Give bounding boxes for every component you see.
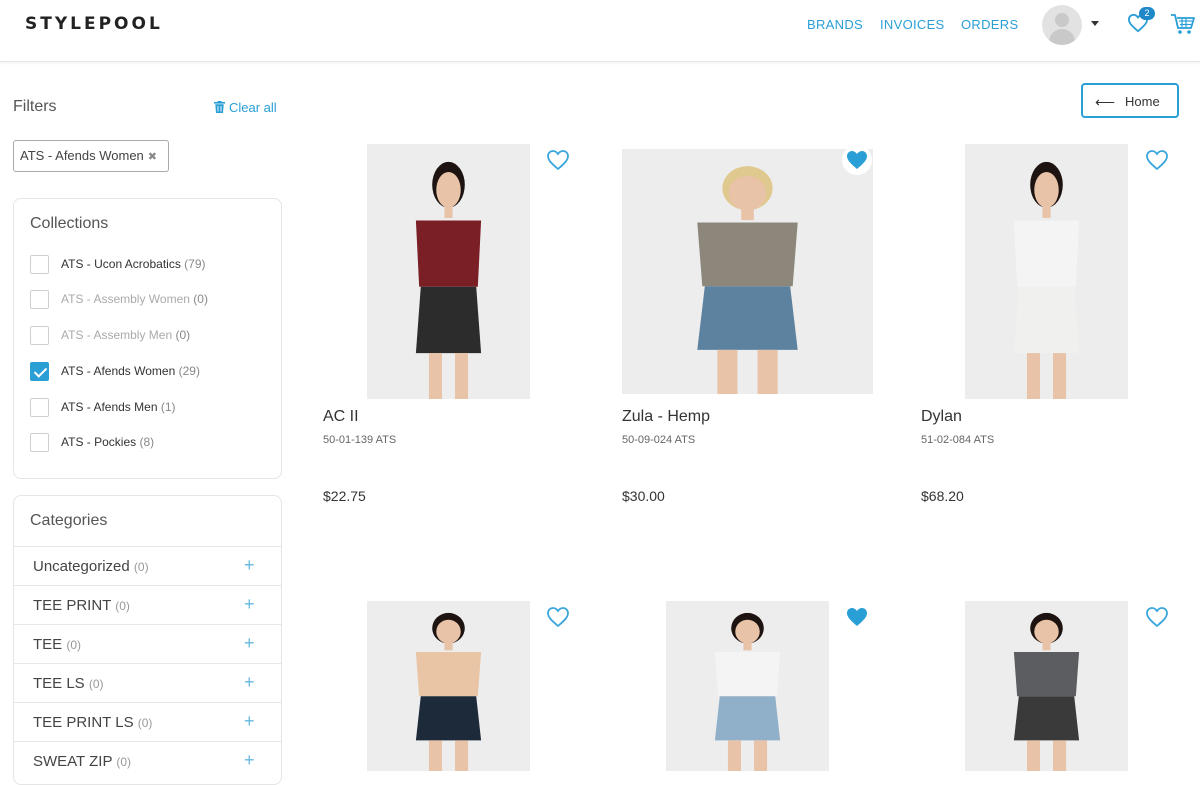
collection-label: ATS - Assembly Women (0)	[61, 292, 208, 306]
category-label: TEE PRINT (0)	[33, 597, 130, 614]
checkbox[interactable]	[30, 398, 49, 417]
collection-count: (0)	[175, 328, 191, 342]
category-label: TEE LS (0)	[33, 675, 104, 692]
logo[interactable]: STYLEPOOL	[25, 14, 163, 34]
expand-plus-icon[interactable]: +	[244, 672, 255, 693]
expand-plus-icon[interactable]: +	[244, 594, 255, 615]
category-item[interactable]: SWEAT ZIP (0) +	[14, 741, 281, 780]
category-count: (0)	[88, 677, 104, 691]
wishlist-count-badge: 2	[1139, 7, 1155, 20]
collection-count: (29)	[178, 364, 200, 378]
close-icon[interactable]: ✖	[148, 151, 157, 163]
arrow-left-icon: ⟵	[1095, 94, 1116, 110]
product-image[interactable]	[965, 601, 1128, 771]
category-label: TEE (0)	[33, 636, 82, 653]
active-filter-chip: ATS - Afends Women ✖	[13, 140, 169, 172]
product-sku: 50-01-139 ATS	[323, 434, 397, 446]
product-name[interactable]: Dylan	[921, 408, 962, 426]
heart-outline-icon[interactable]	[1142, 602, 1172, 632]
active-filter-label: ATS - Afends Women	[20, 148, 144, 163]
category-item[interactable]: TEE PRINT LS (0) +	[14, 702, 281, 741]
product-name[interactable]: AC II	[323, 408, 359, 426]
product-image[interactable]	[965, 144, 1128, 399]
category-count: (0)	[115, 599, 130, 613]
expand-plus-icon[interactable]: +	[244, 750, 255, 771]
avatar[interactable]	[1042, 5, 1082, 45]
collection-label: ATS - Assembly Men (0)	[61, 328, 191, 342]
checkbox[interactable]	[30, 362, 49, 381]
nav-brands[interactable]: BRANDS	[807, 17, 863, 32]
product-price: $22.75	[323, 488, 366, 504]
collection-count: (79)	[184, 257, 206, 271]
heart-outline-icon[interactable]	[543, 602, 573, 632]
collection-count: (0)	[193, 292, 208, 306]
expand-plus-icon[interactable]: +	[244, 555, 255, 576]
product-sku: 51-02-084 ATS	[921, 434, 995, 446]
collection-label: ATS - Pockies (8)	[61, 435, 155, 449]
product-price: $30.00	[622, 488, 665, 504]
product-image[interactable]	[367, 144, 530, 399]
product-name[interactable]: Zula - Hemp	[622, 408, 710, 426]
heart-filled-icon[interactable]	[842, 145, 872, 175]
top-header: STYLEPOOL BRANDS INVOICES ORDERS 2	[0, 0, 1200, 62]
categories-panel: Categories Uncategorized (0) + TEE PRINT (…	[13, 495, 282, 785]
clear-all-button[interactable]: Clear all	[214, 100, 277, 115]
home-button-label: Home	[1125, 94, 1160, 109]
category-count: (0)	[116, 755, 132, 769]
category-count: (0)	[133, 560, 149, 574]
clear-all-label: Clear all	[229, 100, 277, 115]
category-count: (0)	[66, 638, 82, 652]
trash-icon	[214, 101, 225, 113]
checkbox[interactable]	[30, 290, 49, 309]
nav-invoices[interactable]: INVOICES	[880, 17, 945, 32]
checkbox[interactable]	[30, 326, 49, 345]
heart-outline-icon[interactable]	[543, 145, 573, 175]
product-image[interactable]	[622, 149, 873, 394]
checkbox[interactable]	[30, 255, 49, 274]
category-item[interactable]: TEE LS (0) +	[14, 663, 281, 702]
collection-label: ATS - Afends Men (1)	[61, 400, 176, 414]
product-sku: 50-09-024 ATS	[622, 434, 696, 446]
product-image[interactable]	[367, 601, 530, 771]
home-button[interactable]: ⟵ Home	[1081, 83, 1179, 118]
category-item[interactable]: TEE (0) +	[14, 624, 281, 663]
expand-plus-icon[interactable]: +	[244, 633, 255, 654]
category-item[interactable]: TEE PRINT (0) +	[14, 585, 281, 624]
heart-outline-icon[interactable]	[1142, 145, 1172, 175]
filters-title: Filters	[13, 98, 57, 115]
collection-count: (1)	[160, 400, 176, 414]
product-image[interactable]	[666, 601, 829, 771]
collection-label: ATS - Ucon Acrobatics (79)	[61, 257, 206, 271]
chevron-down-icon[interactable]	[1091, 21, 1099, 26]
collection-count: (8)	[139, 435, 155, 449]
collections-panel: Collections ATS - Ucon Acrobatics (79) AT…	[13, 198, 282, 479]
cart-icon[interactable]	[1170, 12, 1196, 36]
category-label: TEE PRINT LS (0)	[33, 714, 153, 731]
categories-title: Categories	[30, 512, 108, 529]
category-item[interactable]: Uncategorized (0) +	[14, 546, 281, 585]
checkbox[interactable]	[30, 433, 49, 452]
nav-orders[interactable]: ORDERS	[961, 17, 1018, 32]
product-price: $68.20	[921, 488, 964, 504]
collections-title: Collections	[30, 215, 109, 232]
collection-label: ATS - Afends Women (29)	[61, 364, 200, 378]
category-label: Uncategorized (0)	[33, 558, 149, 575]
heart-filled-icon[interactable]	[842, 602, 872, 632]
expand-plus-icon[interactable]: +	[244, 711, 255, 732]
category-label: SWEAT ZIP (0)	[33, 753, 132, 770]
category-count: (0)	[137, 716, 153, 730]
